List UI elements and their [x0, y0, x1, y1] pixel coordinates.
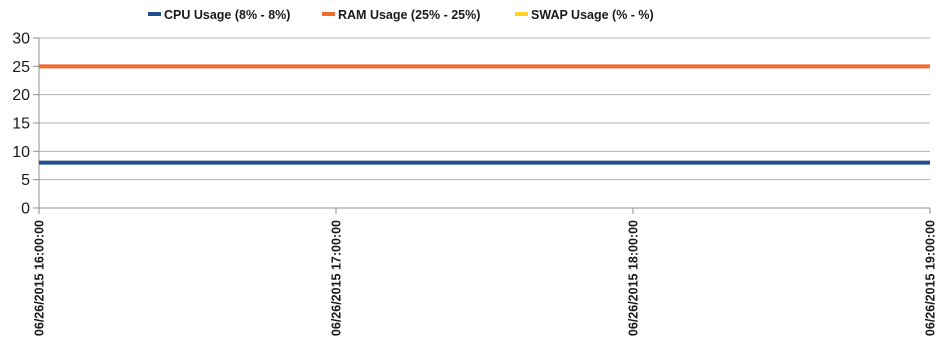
legend-swatch — [148, 12, 161, 16]
y-tick-label: 10 — [12, 144, 30, 161]
y-tick-label: 0 — [21, 201, 30, 218]
chart-container: CPU Usage (8% - 8%) RAM Usage (25% - 25%)… — [0, 0, 936, 356]
series-lines — [39, 64, 930, 165]
line-chart: CPU Usage (8% - 8%) RAM Usage (25% - 25%)… — [12, 8, 936, 336]
y-tick-label: 15 — [12, 116, 30, 133]
legend-label: SWAP Usage (% - %) — [531, 8, 654, 22]
legend-swatch — [515, 12, 528, 16]
legend-label: CPU Usage (8% - 8%) — [164, 8, 290, 22]
legend: CPU Usage (8% - 8%) RAM Usage (25% - 25%)… — [148, 8, 654, 22]
x-tick-label: 06/26/2015 19:00:00 — [924, 220, 936, 336]
gridlines — [39, 37, 930, 181]
legend-swatch — [322, 12, 335, 16]
x-tick-label: 06/26/2015 16:00:00 — [33, 220, 47, 336]
x-tick-label: 06/26/2015 17:00:00 — [330, 220, 344, 336]
y-tick-label: 30 — [12, 31, 30, 48]
y-tick-label: 20 — [12, 87, 30, 104]
legend-label: RAM Usage (25% - 25%) — [338, 8, 480, 22]
y-tick-label: 25 — [12, 59, 30, 76]
y-axis-tick-labels: 0 5 10 15 20 25 30 — [12, 31, 30, 218]
x-tick-label: 06/26/2015 18:00:00 — [627, 220, 641, 336]
y-tick-label: 5 — [21, 172, 30, 189]
x-axis-tick-labels: 06/26/2015 16:00:00 06/26/2015 17:00:00 06… — [33, 220, 936, 336]
